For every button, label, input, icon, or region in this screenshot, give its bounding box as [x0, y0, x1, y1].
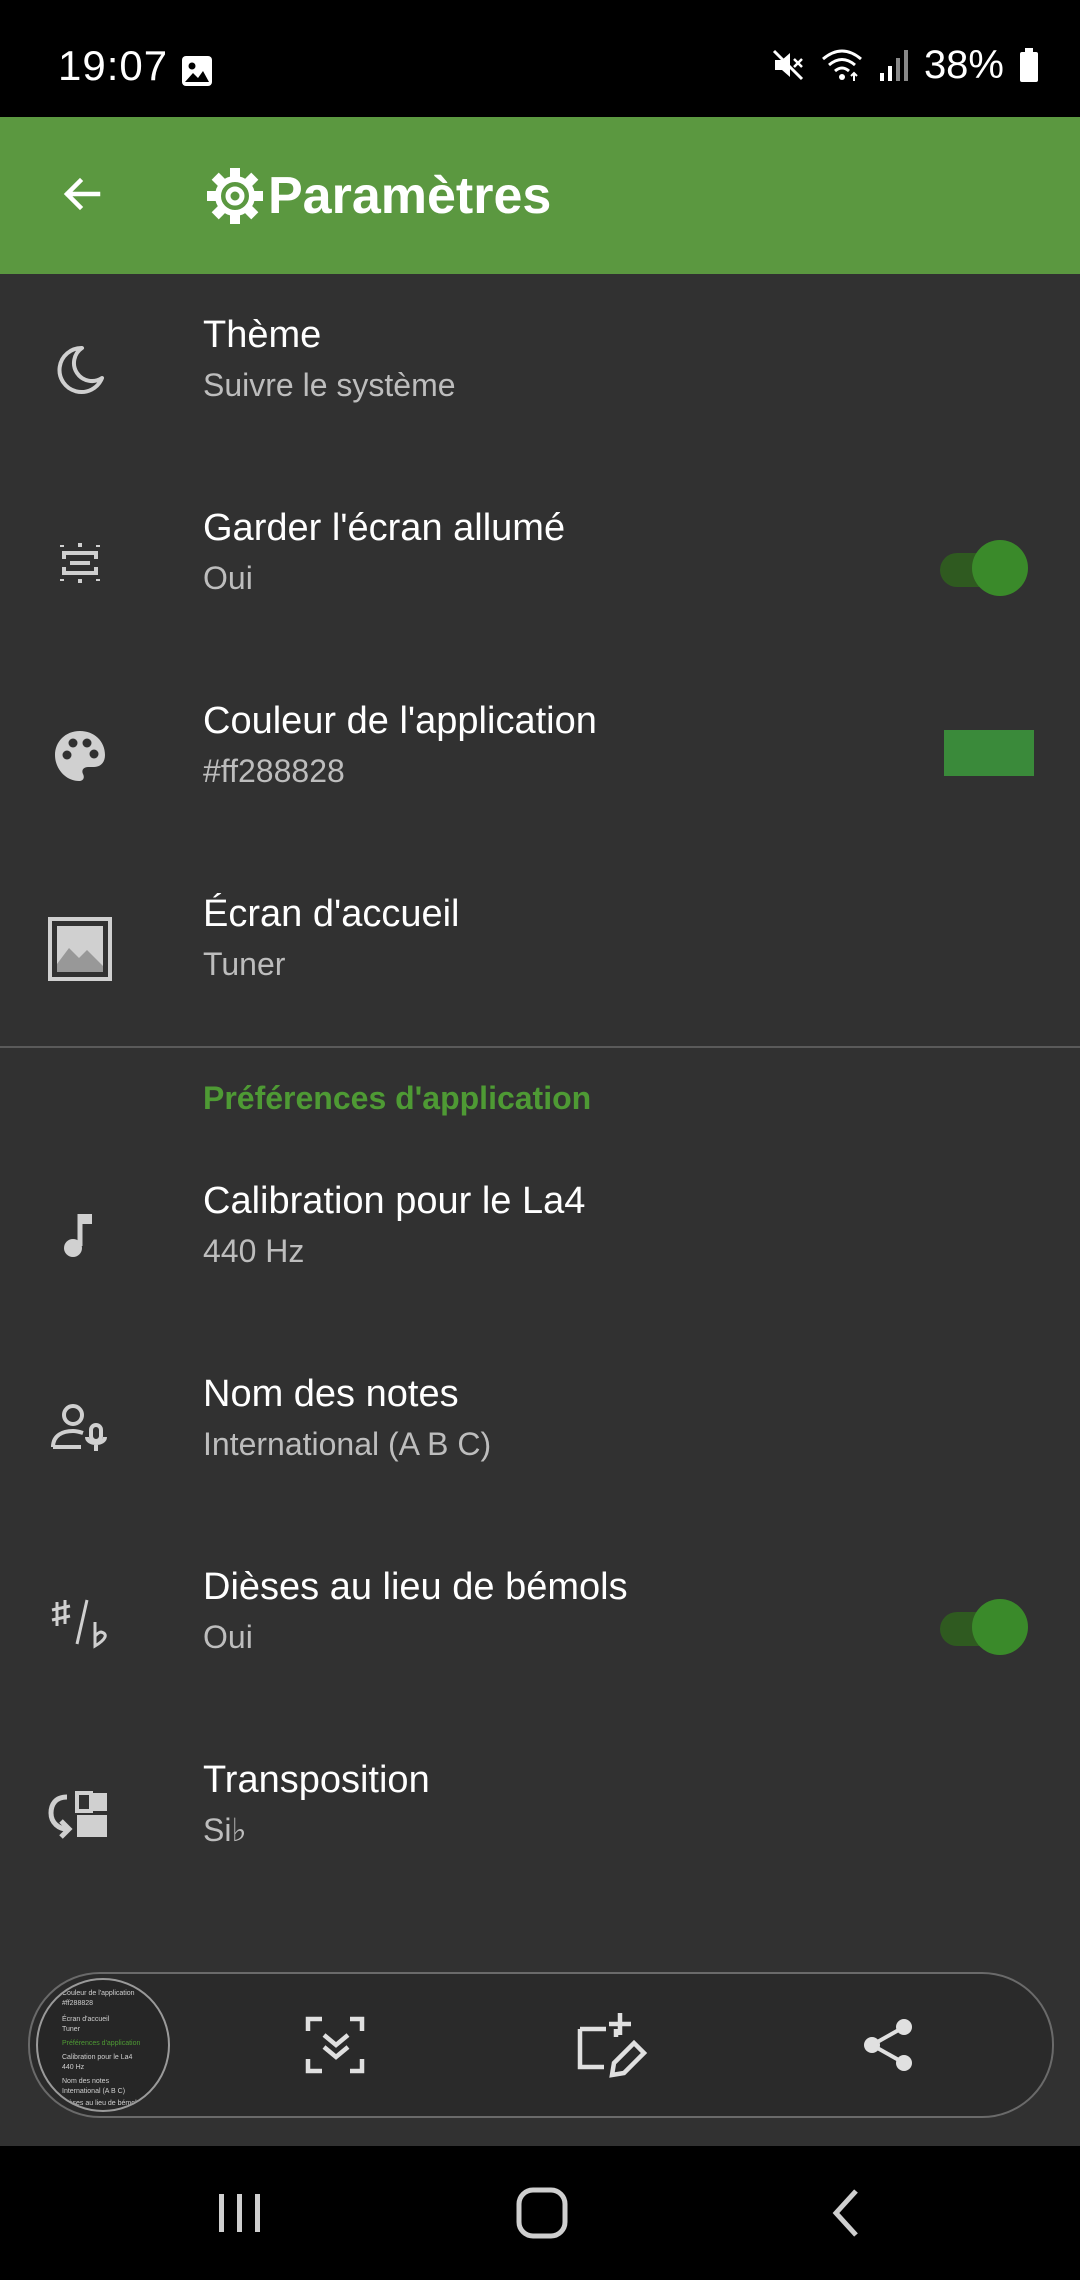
setting-subtitle: Suivre le système: [203, 367, 456, 403]
section-header: Préférences d'application: [0, 1048, 1080, 1140]
thumb-line: International (A B C): [62, 2088, 126, 2095]
thumb-line: 440 Hz: [62, 2064, 85, 2071]
palette-icon: [44, 720, 116, 792]
gallery-icon: [180, 54, 214, 88]
voice-person-icon: [44, 1393, 116, 1465]
setting-home-screen[interactable]: Écran d'accueil Tuner: [0, 853, 1080, 1046]
mute-icon: [770, 47, 806, 83]
home-icon: [514, 2185, 570, 2241]
home-button[interactable]: [502, 2176, 582, 2250]
image-icon: [44, 913, 116, 985]
toggle-thumb: [972, 540, 1028, 596]
sharp-flat-icon: [44, 1586, 116, 1658]
setting-transposition[interactable]: Transposition Si♭: [0, 1719, 1080, 1912]
setting-keep-screen-on[interactable]: Garder l'écran allumé Oui: [0, 467, 1080, 660]
setting-title: Dièses au lieu de bémols: [203, 1566, 628, 1608]
setting-text: Couleur de l'application #ff288828: [203, 696, 597, 796]
recents-icon: [215, 2188, 265, 2238]
thumb-line: Couleur de l'application: [62, 1990, 135, 1997]
setting-title: Nom des notes: [203, 1373, 459, 1415]
wifi-icon: [820, 47, 864, 83]
music-note-icon: [44, 1200, 116, 1272]
setting-subtitle: Oui: [203, 560, 253, 596]
setting-text: Thème Suivre le système: [203, 310, 456, 410]
setting-text: Écran d'accueil Tuner: [203, 889, 460, 989]
setting-subtitle: #ff288828: [203, 753, 345, 789]
battery-icon: [1018, 47, 1040, 83]
back-icon: [824, 2185, 868, 2241]
share-icon: [858, 2015, 918, 2075]
setting-subtitle: International (A B C): [203, 1426, 492, 1462]
nav-bar: [0, 2146, 1080, 2280]
capture-toolbar: Couleur de l'application #ff288828 Écran…: [28, 1972, 1054, 2118]
back-button[interactable]: [40, 152, 124, 236]
gear-icon: [204, 165, 266, 227]
section-header-label: Préférences d'application: [203, 1080, 592, 1116]
status-bar: 19:07 38%: [0, 0, 1080, 117]
setting-title: Écran d'accueil: [203, 893, 460, 935]
setting-title: Garder l'écran allumé: [203, 507, 566, 549]
moon-icon: [44, 334, 116, 406]
setting-text: Garder l'écran allumé Oui: [203, 503, 565, 603]
thumb-line: Préférences d'application: [62, 2040, 141, 2047]
title-wrap: Paramètres: [204, 117, 551, 274]
settings-list: Thème Suivre le système Garder l'écran a…: [0, 274, 1080, 1912]
status-icons: 38%: [770, 40, 1040, 90]
status-time: 19:07: [58, 42, 169, 89]
setting-subtitle: Tuner: [203, 946, 286, 982]
battery-percent: 38%: [923, 42, 1004, 87]
thumb-line: Nom des notes: [62, 2078, 110, 2085]
setting-subtitle: 440 Hz: [203, 1233, 305, 1269]
thumb-line: Écran d'accueil: [62, 2016, 110, 2023]
setting-app-color[interactable]: Couleur de l'application #ff288828: [0, 660, 1080, 853]
setting-subtitle: Oui: [203, 1619, 253, 1655]
sharps-toggle[interactable]: [932, 1598, 1028, 1655]
setting-note-names[interactable]: Nom des notes International (A B C): [0, 1333, 1080, 1526]
scroll-capture-icon: [304, 2013, 368, 2077]
setting-subtitle: Si♭: [203, 1812, 247, 1848]
thumb-line: Calibration pour le La4: [62, 2054, 133, 2061]
page-title: Paramètres: [268, 166, 552, 225]
setting-title: Calibration pour le La4: [203, 1180, 586, 1222]
screenshot-thumbnail[interactable]: Couleur de l'application #ff288828 Écran…: [36, 1978, 170, 2112]
signal-icon: [878, 47, 910, 83]
crop-edit-button[interactable]: [574, 2007, 650, 2083]
setting-theme[interactable]: Thème Suivre le système: [0, 274, 1080, 467]
thumb-line: Dièses au lieu de bémols: [62, 2100, 141, 2107]
app-bar: Paramètres: [0, 117, 1080, 274]
scroll-capture-button[interactable]: [298, 2007, 374, 2083]
setting-title: Thème: [203, 314, 322, 356]
crop-edit-icon: [576, 2009, 648, 2081]
share-button[interactable]: [850, 2007, 926, 2083]
transpose-icon: [44, 1779, 116, 1851]
setting-calibration[interactable]: Calibration pour le La4 440 Hz: [0, 1140, 1080, 1333]
arrow-back-icon: [58, 170, 106, 218]
thumb-line: #ff288828: [62, 2000, 94, 2007]
setting-text: Nom des notes International (A B C): [203, 1369, 491, 1469]
screen-on-icon: [44, 527, 116, 599]
setting-text: Calibration pour le La4 440 Hz: [203, 1176, 585, 1276]
setting-title: Transposition: [203, 1759, 430, 1801]
color-swatch[interactable]: [944, 730, 1034, 776]
thumb-line: Tuner: [62, 2026, 81, 2033]
setting-sharps[interactable]: Dièses au lieu de bémols Oui: [0, 1526, 1080, 1719]
setting-text: Dièses au lieu de bémols Oui: [203, 1562, 628, 1662]
setting-title: Couleur de l'application: [203, 700, 597, 742]
toggle-thumb: [972, 1599, 1028, 1655]
keep-screen-on-toggle[interactable]: [932, 539, 1028, 596]
recents-button[interactable]: [200, 2176, 280, 2250]
nav-back-button[interactable]: [806, 2176, 886, 2250]
setting-text: Transposition Si♭: [203, 1755, 430, 1855]
